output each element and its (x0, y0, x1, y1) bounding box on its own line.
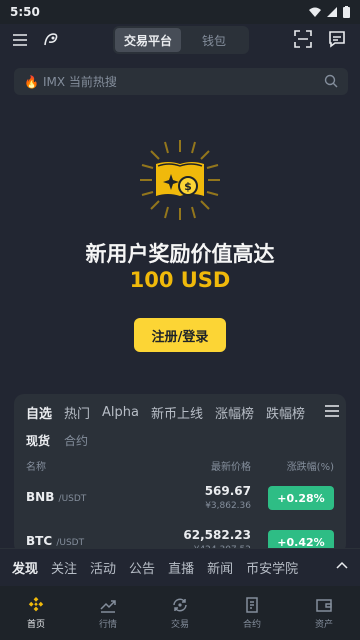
column-name: 名称 (26, 462, 46, 473)
market-tabs: 自选 热门 Alpha 新币上线 涨幅榜 跌幅榜 (14, 394, 346, 430)
pair-symbol: BTC /USDT (26, 534, 85, 548)
status-icons (309, 6, 350, 18)
last-price: 569.67 (204, 484, 251, 498)
market-panel: 自选 热门 Alpha 新币上线 涨幅榜 跌幅榜 现货 合约 名称 最新价格 涨… (14, 394, 346, 554)
tab-wallet[interactable]: 钱包 (181, 28, 247, 52)
search-input[interactable]: 🔥 IMX 当前热搜 (14, 68, 348, 95)
tab-new-listing[interactable]: 新币上线 (151, 403, 203, 422)
scan-icon[interactable] (294, 30, 312, 48)
market-table-header: 名称 最新价格 涨跌幅(%) (14, 450, 346, 476)
svg-text:$: $ (184, 180, 192, 193)
column-price: 最新价格 (211, 462, 251, 473)
signal-icon (327, 7, 337, 17)
nav-markets[interactable]: 行情 (72, 586, 144, 640)
more-menu-icon[interactable] (324, 404, 340, 418)
column-change: 涨跌幅(%) (286, 462, 334, 473)
tab-exchange[interactable]: 交易平台 (115, 28, 181, 52)
tab-discover[interactable]: 发现 (12, 558, 38, 577)
menu-icon[interactable] (12, 33, 28, 47)
nav-assets[interactable]: 资产 (288, 586, 360, 640)
nav-trade-label: 交易 (170, 620, 189, 630)
nav-home[interactable]: 首页 (0, 586, 72, 640)
nav-futures[interactable]: 合约 (216, 586, 288, 640)
trade-exchange-icon (173, 598, 187, 612)
tab-losers[interactable]: 跌幅榜 (266, 403, 305, 422)
last-price: 62,582.23 (183, 528, 251, 542)
tab-academy[interactable]: 币安学院 (246, 558, 298, 577)
tab-futures[interactable]: 合约 (64, 432, 88, 449)
top-bar: 交易平台 钱包 (0, 24, 360, 56)
support-icon[interactable] (42, 31, 60, 49)
status-bar: 5:50 (0, 0, 360, 24)
tab-news[interactable]: 新闻 (207, 558, 233, 577)
tab-hot[interactable]: 热门 (64, 403, 90, 422)
bottom-nav: 首页 行情 交易 合约 资产 (0, 586, 360, 640)
chart-trend-icon (100, 600, 116, 613)
tab-spot[interactable]: 现货 (26, 432, 50, 449)
fiat-price: ¥3,862.36 (205, 501, 251, 511)
tab-activities[interactable]: 活动 (90, 558, 116, 577)
market-subtabs: 现货 合约 (14, 430, 346, 450)
nav-home-label: 首页 (26, 620, 45, 630)
chevron-up-icon[interactable] (336, 560, 348, 572)
promo-title: 新用户奖励价值高达 (85, 242, 275, 266)
status-time: 5:50 (10, 5, 40, 19)
battery-icon (343, 6, 350, 18)
contract-icon (246, 597, 258, 613)
tab-announcements[interactable]: 公告 (129, 558, 155, 577)
flame-icon: 🔥 (24, 74, 39, 89)
nav-trade[interactable]: 交易 (144, 586, 216, 640)
nav-assets-label: 资产 (314, 620, 333, 630)
discover-tabs: 发现 关注 活动 公告 直播 新闻 币安学院 (0, 548, 360, 586)
tab-alpha[interactable]: Alpha (102, 405, 139, 420)
promo-amount: 100 USD (129, 268, 231, 292)
search-placeholder: IMX 当前热搜 (42, 75, 117, 89)
platform-switch: 交易平台 钱包 (113, 26, 249, 54)
tab-live[interactable]: 直播 (168, 558, 194, 577)
tab-following[interactable]: 关注 (51, 558, 77, 577)
change-badge: +0.28% (268, 486, 334, 510)
promo-banner: $ 新用户奖励价值高达 100 USD 注册/登录 (0, 120, 360, 360)
reward-voucher-icon: $ (140, 140, 220, 220)
wallet-icon (316, 599, 332, 612)
register-login-button[interactable]: 注册/登录 (134, 318, 226, 352)
binance-logo-icon (28, 597, 44, 612)
pair-symbol: BNB /USDT (26, 490, 87, 504)
tab-favorites[interactable]: 自选 (26, 403, 52, 422)
nav-futures-label: 合约 (242, 620, 261, 630)
message-icon[interactable] (328, 30, 346, 48)
nav-markets-label: 行情 (98, 620, 117, 630)
table-row[interactable]: BNB /USDT 569.67 ¥3,862.36 +0.28% (14, 476, 346, 520)
search-icon[interactable] (324, 74, 338, 88)
wifi-icon (309, 7, 321, 17)
tab-gainers[interactable]: 涨幅榜 (215, 403, 254, 422)
